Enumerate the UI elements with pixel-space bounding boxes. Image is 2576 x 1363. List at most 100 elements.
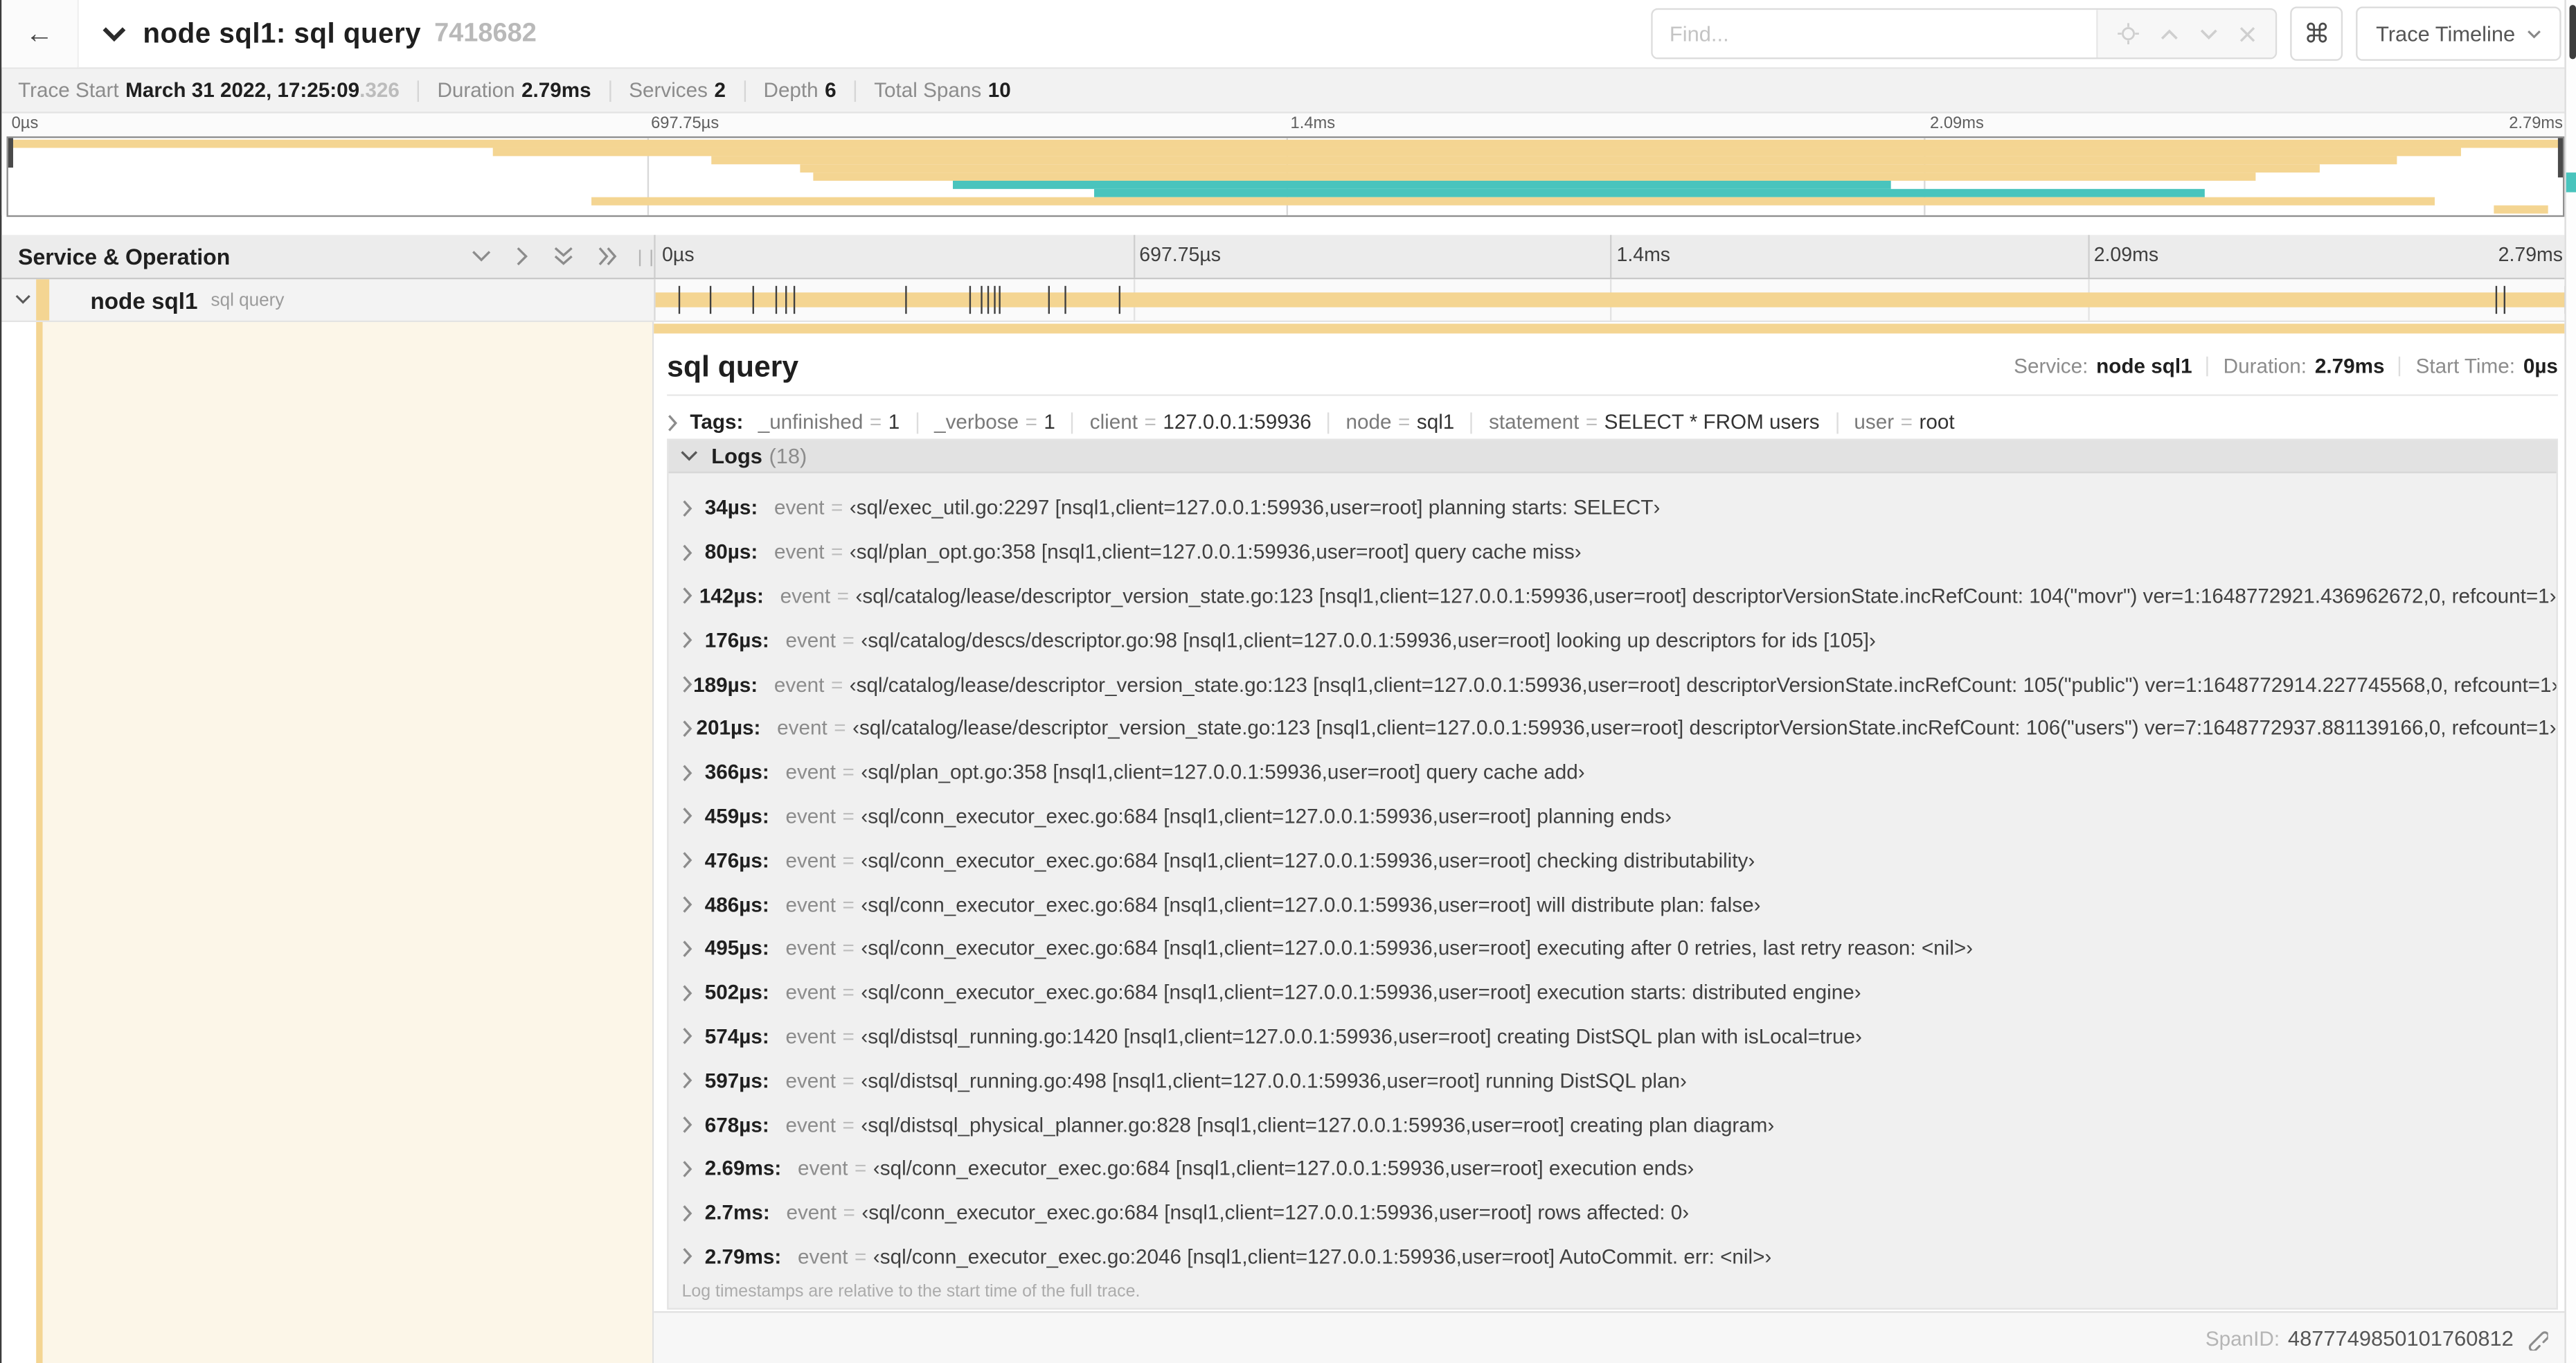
chevron-right-icon[interactable]	[682, 1204, 705, 1222]
chevron-right-icon[interactable]	[682, 852, 705, 870]
log-marker[interactable]	[994, 285, 996, 314]
chevron-right-icon[interactable]	[682, 632, 705, 650]
log-entry[interactable]: 678µs: event = ‹sql/distsql_physical_planne…	[669, 1103, 2557, 1147]
tag-item[interactable]: node = sql1	[1346, 411, 1455, 434]
vertical-scrollbar[interactable]	[2564, 0, 2576, 1363]
chevron-right-icon[interactable]	[682, 587, 699, 605]
log-entry[interactable]: 597µs: event = ‹sql/distsql_running.go:498 …	[669, 1059, 2557, 1103]
expand-one-chevron-right-icon[interactable]	[516, 247, 529, 266]
log-entry[interactable]: 189µs: event = ‹sql/catalog/lease/descripto…	[669, 663, 2557, 707]
trace-collapse-chevron-down-icon[interactable]	[102, 26, 127, 42]
span-duration-bar[interactable]	[655, 292, 2565, 308]
log-entry[interactable]: 80µs: event = ‹sql/plan_opt.go:358 [nsql1,c…	[669, 531, 2557, 575]
log-marker[interactable]	[1048, 285, 1050, 314]
log-entry[interactable]: 142µs: event = ‹sql/catalog/lease/descripto…	[669, 574, 2557, 618]
log-entry[interactable]: 176µs: event = ‹sql/catalog/descs/descripto…	[669, 618, 2557, 663]
stats-separator	[418, 80, 420, 101]
chevron-right-icon[interactable]	[682, 763, 705, 781]
log-marker[interactable]	[679, 285, 681, 314]
log-entry[interactable]: 201µs: event = ‹sql/catalog/lease/descripto…	[669, 706, 2557, 751]
log-marker[interactable]	[752, 285, 755, 314]
log-entry[interactable]: 34µs: event = ‹sql/exec_util.go:2297 [nsql1…	[669, 486, 2557, 531]
chevron-right-icon[interactable]	[682, 983, 705, 1001]
find-input[interactable]	[1653, 10, 2097, 58]
log-marker[interactable]	[981, 285, 983, 314]
log-marker[interactable]	[710, 285, 713, 314]
tags-accordion[interactable]: Tags: _unfinished = 1 _verbose = 1 client = 127.…	[667, 406, 2558, 438]
log-entry[interactable]: 502µs: event = ‹sql/conn_executor_exec.go:6…	[669, 971, 2557, 1015]
log-event-value: ‹sql/conn_executor_exec.go:684 [nsql1,cl…	[861, 1201, 1690, 1224]
log-marker[interactable]	[987, 285, 990, 314]
log-entry[interactable]: 574µs: event = ‹sql/distsql_running.go:1420…	[669, 1015, 2557, 1059]
minimap-left-drag-handle[interactable]	[8, 138, 13, 168]
span-row-name-column[interactable]: node sql1 sql query	[1, 279, 654, 321]
log-marker[interactable]	[785, 285, 787, 314]
column-resize-grip[interactable]	[638, 249, 652, 267]
clear-find-close-icon[interactable]	[2239, 26, 2256, 42]
log-marker[interactable]	[2503, 285, 2505, 314]
chevron-right-icon[interactable]	[682, 499, 705, 517]
keyboard-shortcuts-button[interactable]: ⌘	[2290, 6, 2343, 61]
tags-chevron-right-icon[interactable]	[667, 413, 679, 431]
tag-item[interactable]: statement = SELECT * FROM users	[1489, 411, 1819, 434]
log-entry[interactable]: 486µs: event = ‹sql/conn_executor_exec.go:6…	[669, 882, 2557, 927]
log-entry[interactable]: 2.69ms: event = ‹sql/conn_executor_exec.go:…	[669, 1147, 2557, 1191]
span-row[interactable]: node sql1 sql query	[1, 279, 2566, 323]
chevron-right-icon[interactable]	[682, 720, 697, 738]
chevron-right-icon[interactable]	[682, 1028, 705, 1046]
back-button[interactable]: ←	[1, 0, 79, 68]
span-collapse-chevron-down-icon[interactable]	[15, 294, 31, 306]
chevron-right-icon[interactable]	[682, 544, 705, 562]
log-marker[interactable]	[1119, 285, 1121, 314]
logs-accordion-header[interactable]: Logs (18)	[668, 440, 2557, 474]
tag-key: client	[1089, 411, 1138, 434]
scrollbar-thumb[interactable]	[2568, 5, 2575, 60]
log-marker[interactable]	[906, 285, 908, 314]
log-entry[interactable]: 476µs: event = ‹sql/conn_executor_exec.go:6…	[669, 839, 2557, 883]
minimap-canvas[interactable]	[6, 136, 2565, 217]
logs-chevron-down-icon[interactable]	[680, 450, 698, 462]
back-arrow-icon: ←	[25, 17, 54, 48]
tag-item[interactable]: client = 127.0.0.1:59936	[1090, 411, 1312, 434]
collapse-one-chevron-down-icon[interactable]	[472, 250, 491, 263]
log-marker[interactable]	[776, 285, 778, 314]
chevron-right-icon[interactable]	[682, 940, 705, 958]
log-entry[interactable]: 459µs: event = ‹sql/conn_executor_exec.go:6…	[669, 794, 2557, 839]
view-select-button[interactable]: Trace Timeline	[2356, 6, 2561, 61]
chevron-right-icon[interactable]	[682, 1071, 705, 1089]
log-marker[interactable]	[2496, 285, 2498, 314]
chevron-right-icon[interactable]	[682, 1160, 705, 1178]
chevron-right-icon[interactable]	[682, 675, 694, 693]
timeline-tick-header: 0µs 697.75µs 1.4ms 2.09ms 2.79ms	[654, 235, 2564, 278]
spanid-label: SpanID:	[2205, 1326, 2280, 1350]
equals-sign: =	[1144, 411, 1156, 434]
deep-link-icon[interactable]	[2525, 1327, 2548, 1350]
chevron-right-icon[interactable]	[682, 808, 705, 826]
chevron-right-icon[interactable]	[682, 1248, 705, 1266]
log-marker[interactable]	[793, 285, 795, 314]
log-field-key: event	[785, 760, 837, 785]
log-timestamp: 502µs:	[704, 981, 769, 1004]
chevron-right-icon[interactable]	[682, 896, 705, 914]
log-entry[interactable]: 2.79ms: event = ‹sql/conn_executor_exec.go:…	[669, 1235, 2557, 1279]
minimap-right-drag-handle[interactable]	[2557, 138, 2564, 178]
tag-item[interactable]: _verbose = 1	[934, 411, 1055, 434]
chevron-right-icon[interactable]	[682, 1116, 705, 1134]
log-entry[interactable]: 2.7ms: event = ‹sql/conn_executor_exec.go:6…	[669, 1191, 2557, 1235]
minimap-tick-label: 0µs	[11, 115, 39, 134]
focus-target-icon[interactable]	[2118, 23, 2140, 45]
span-row-timeline[interactable]	[654, 279, 2566, 321]
tag-item[interactable]: user = root	[1854, 411, 1954, 434]
log-marker[interactable]	[1064, 285, 1066, 314]
minimap-tick-label: 2.09ms	[1930, 115, 1984, 134]
find-prev-chevron-up-icon[interactable]	[2161, 27, 2179, 40]
collapse-all-double-chevron-down-icon[interactable]	[554, 247, 573, 266]
timeline-tick-label: 1.4ms	[1616, 243, 1671, 267]
log-entry[interactable]: 366µs: event = ‹sql/plan_opt.go:358 [nsql1,…	[669, 751, 2557, 795]
tag-item[interactable]: _unfinished = 1	[758, 411, 900, 434]
find-next-chevron-down-icon[interactable]	[2200, 27, 2218, 40]
log-entry[interactable]: 495µs: event = ‹sql/conn_executor_exec.go:6…	[669, 927, 2557, 971]
log-marker[interactable]	[999, 285, 1001, 314]
log-marker[interactable]	[969, 285, 972, 314]
expand-all-double-chevron-right-icon[interactable]	[598, 247, 618, 266]
